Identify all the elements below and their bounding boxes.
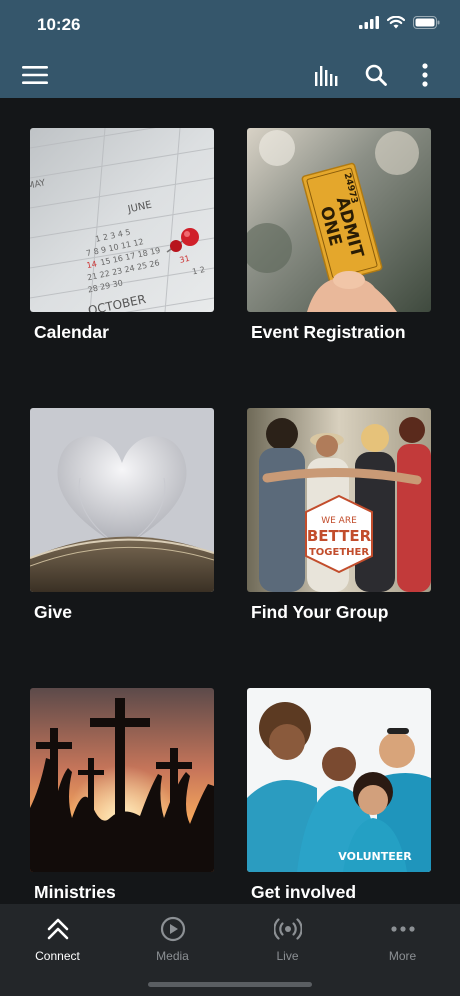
tile-give[interactable]: Give xyxy=(30,408,214,623)
search-icon xyxy=(365,64,387,86)
chart-button[interactable] xyxy=(312,60,342,90)
hamburger-menu-icon xyxy=(22,66,48,84)
menu-button[interactable] xyxy=(20,60,50,90)
vertical-ellipsis-icon xyxy=(422,63,428,87)
calendar-image: MAY JUNE 1 2 3 4 5 7 8 9 10 11 12 14 15 1… xyxy=(30,128,214,312)
tile-ministries[interactable]: Ministries xyxy=(30,688,214,903)
double-chevron-up-icon xyxy=(47,918,68,940)
app-header xyxy=(0,50,460,98)
heart-book-image xyxy=(30,408,214,592)
tab-connect[interactable]: Connect xyxy=(0,914,115,963)
ticket-image: ADMIT ONE 24973 xyxy=(247,128,431,312)
bar-chart-icon xyxy=(315,66,338,86)
overflow-menu-button[interactable] xyxy=(410,60,440,90)
tab-more[interactable]: More xyxy=(345,914,460,963)
status-time: 10:26 xyxy=(37,15,81,34)
svg-text:BETTER: BETTER xyxy=(307,527,372,545)
tile-label: Get involved xyxy=(251,882,357,902)
tile-label: Event Registration xyxy=(251,322,406,342)
play-circle-icon xyxy=(160,916,185,942)
broadcast-icon xyxy=(273,918,302,940)
tile-calendar[interactable]: MAY JUNE 1 2 3 4 5 7 8 9 10 11 12 14 15 1… xyxy=(30,128,214,343)
tile-label: Ministries xyxy=(34,882,116,902)
home-indicator xyxy=(148,982,312,987)
tile-event-registration[interactable]: ADMIT ONE 24973 Event Registration xyxy=(247,128,431,343)
svg-text:TOGETHER: TOGETHER xyxy=(309,547,369,558)
status-bar: 10:26 xyxy=(0,0,460,50)
tile-label: Find Your Group xyxy=(251,602,389,622)
tab-label: More xyxy=(388,949,417,963)
tile-find-your-group[interactable]: WE ARE BETTER TOGETHER Find Your Group xyxy=(247,408,431,623)
battery-icon xyxy=(413,16,440,29)
wifi-icon xyxy=(387,16,405,29)
svg-text:VOLUNTEER: VOLUNTEER xyxy=(338,850,412,863)
volunteers-image: VOLUNTEER xyxy=(247,688,431,872)
tile-label: Calendar xyxy=(34,322,109,342)
status-icons xyxy=(359,16,440,29)
tile-get-involved[interactable]: VOLUNTEER Get involved xyxy=(247,688,431,903)
tile-grid: MAY JUNE 1 2 3 4 5 7 8 9 10 11 12 14 15 1… xyxy=(0,98,460,904)
svg-text:WE ARE: WE ARE xyxy=(321,516,357,526)
tab-label: Connect xyxy=(35,949,80,963)
tab-media[interactable]: Media xyxy=(115,914,230,963)
tab-label: Live xyxy=(276,949,299,963)
group-image: WE ARE BETTER TOGETHER xyxy=(247,408,431,592)
tile-label: Give xyxy=(34,602,72,622)
search-button[interactable] xyxy=(361,60,391,90)
crosses-image xyxy=(30,688,214,872)
horizontal-ellipsis-icon xyxy=(390,926,415,932)
tab-live[interactable]: Live xyxy=(230,914,345,963)
cellular-signal-icon xyxy=(359,16,379,29)
better-together-badge: WE ARE BETTER TOGETHER xyxy=(305,494,373,574)
tab-label: Media xyxy=(156,949,189,963)
